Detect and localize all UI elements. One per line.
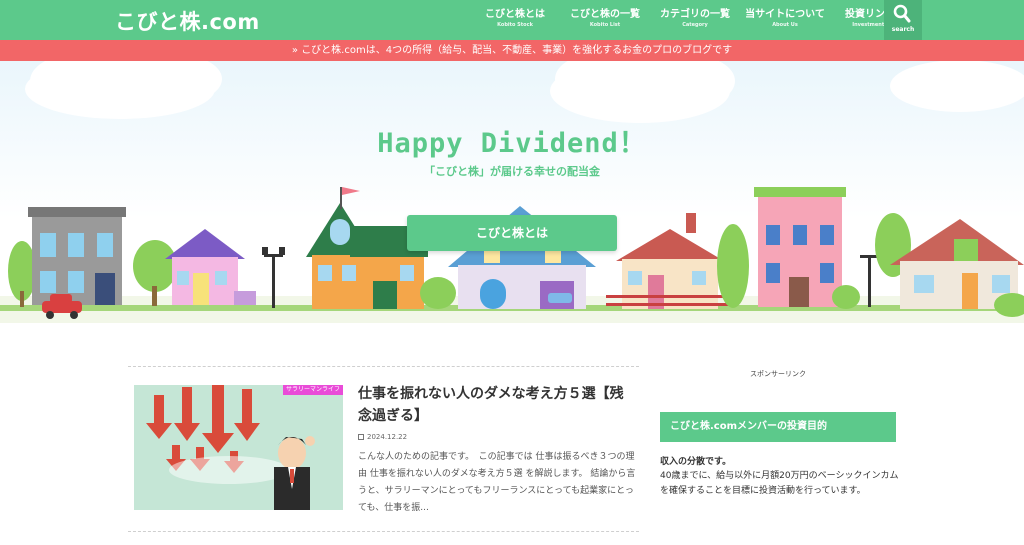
search-icon [893,4,911,23]
site-header: こびと株.com こびと株とは Kobito Stock こびと株の一覧 Kob… [0,0,1024,40]
hero-banner: Happy Dividend！ 「こびと株」が届ける幸せの配当金 こびと株とは [0,61,1024,323]
article-date-text: 2024.12.22 [367,433,408,441]
nav-item-label: こびと株の一覧 [570,9,640,20]
hero-subtitle: 「こびと株」が届ける幸せの配当金 [424,165,600,178]
article-excerpt: こんな人のための記事です。 この記事では 仕事は振るべき３つの理由 仕事を振れな… [358,452,636,513]
about-kobito-button[interactable]: こびと株とは [407,215,617,251]
nav-item-label: 当サイトについて [745,9,825,20]
nav-item-kobito-list[interactable]: こびと株の一覧 Kobito List [560,0,650,40]
nav-item-label: こびと株とは [485,9,545,20]
town-illustration [0,61,1024,323]
main-nav: こびと株とは Kobito Stock こびと株の一覧 Kobito List … [470,0,920,40]
down-arrows-illustration [146,385,315,510]
widget-body-text: 40歳までに、給与以外に月額20万円のベーシックインカムを確保することを目標に投… [660,471,899,496]
article-card[interactable]: サラリーマンライフ 仕事を振れない人のダメな考え方５選【残念過ぎる】 2024.… [128,366,639,532]
search-button[interactable]: search [884,0,922,40]
category-badge[interactable]: サラリーマンライフ [283,385,343,395]
nav-item-sublabel: Kobito List [589,22,621,28]
notice-bar[interactable]: » こびと株.comは、4つの所得（給与、配当、不動産、事業）を強化するお金のプ… [0,40,1024,61]
widget-strong-text: 収入の分散です。 [660,457,732,467]
nav-item-sublabel: Kobito Stock [497,22,533,28]
site-logo[interactable]: こびと株.com [115,6,260,36]
calendar-icon [358,434,364,440]
nav-item-category[interactable]: カテゴリの一覧 Category [650,0,740,40]
nav-item-label: カテゴリの一覧 [660,9,730,20]
article-date: 2024.12.22 [358,433,407,441]
article-thumbnail[interactable]: サラリーマンライフ [134,385,343,510]
sponsor-label: スポンサーリンク [750,370,806,378]
nav-item-sublabel: About Us [772,22,798,28]
hero-title: Happy Dividend！ [377,128,647,159]
widget-title: こびと株.comメンバーの投資目的 [660,412,896,442]
nav-item-about-us[interactable]: 当サイトについて About Us [740,0,830,40]
nav-item-about-kobito[interactable]: こびと株とは Kobito Stock [470,0,560,40]
article-title[interactable]: 仕事を振れない人のダメな考え方５選【残念過ぎる】 [358,383,628,427]
nav-item-sublabel: Category [682,22,708,28]
search-label: search [891,26,915,33]
